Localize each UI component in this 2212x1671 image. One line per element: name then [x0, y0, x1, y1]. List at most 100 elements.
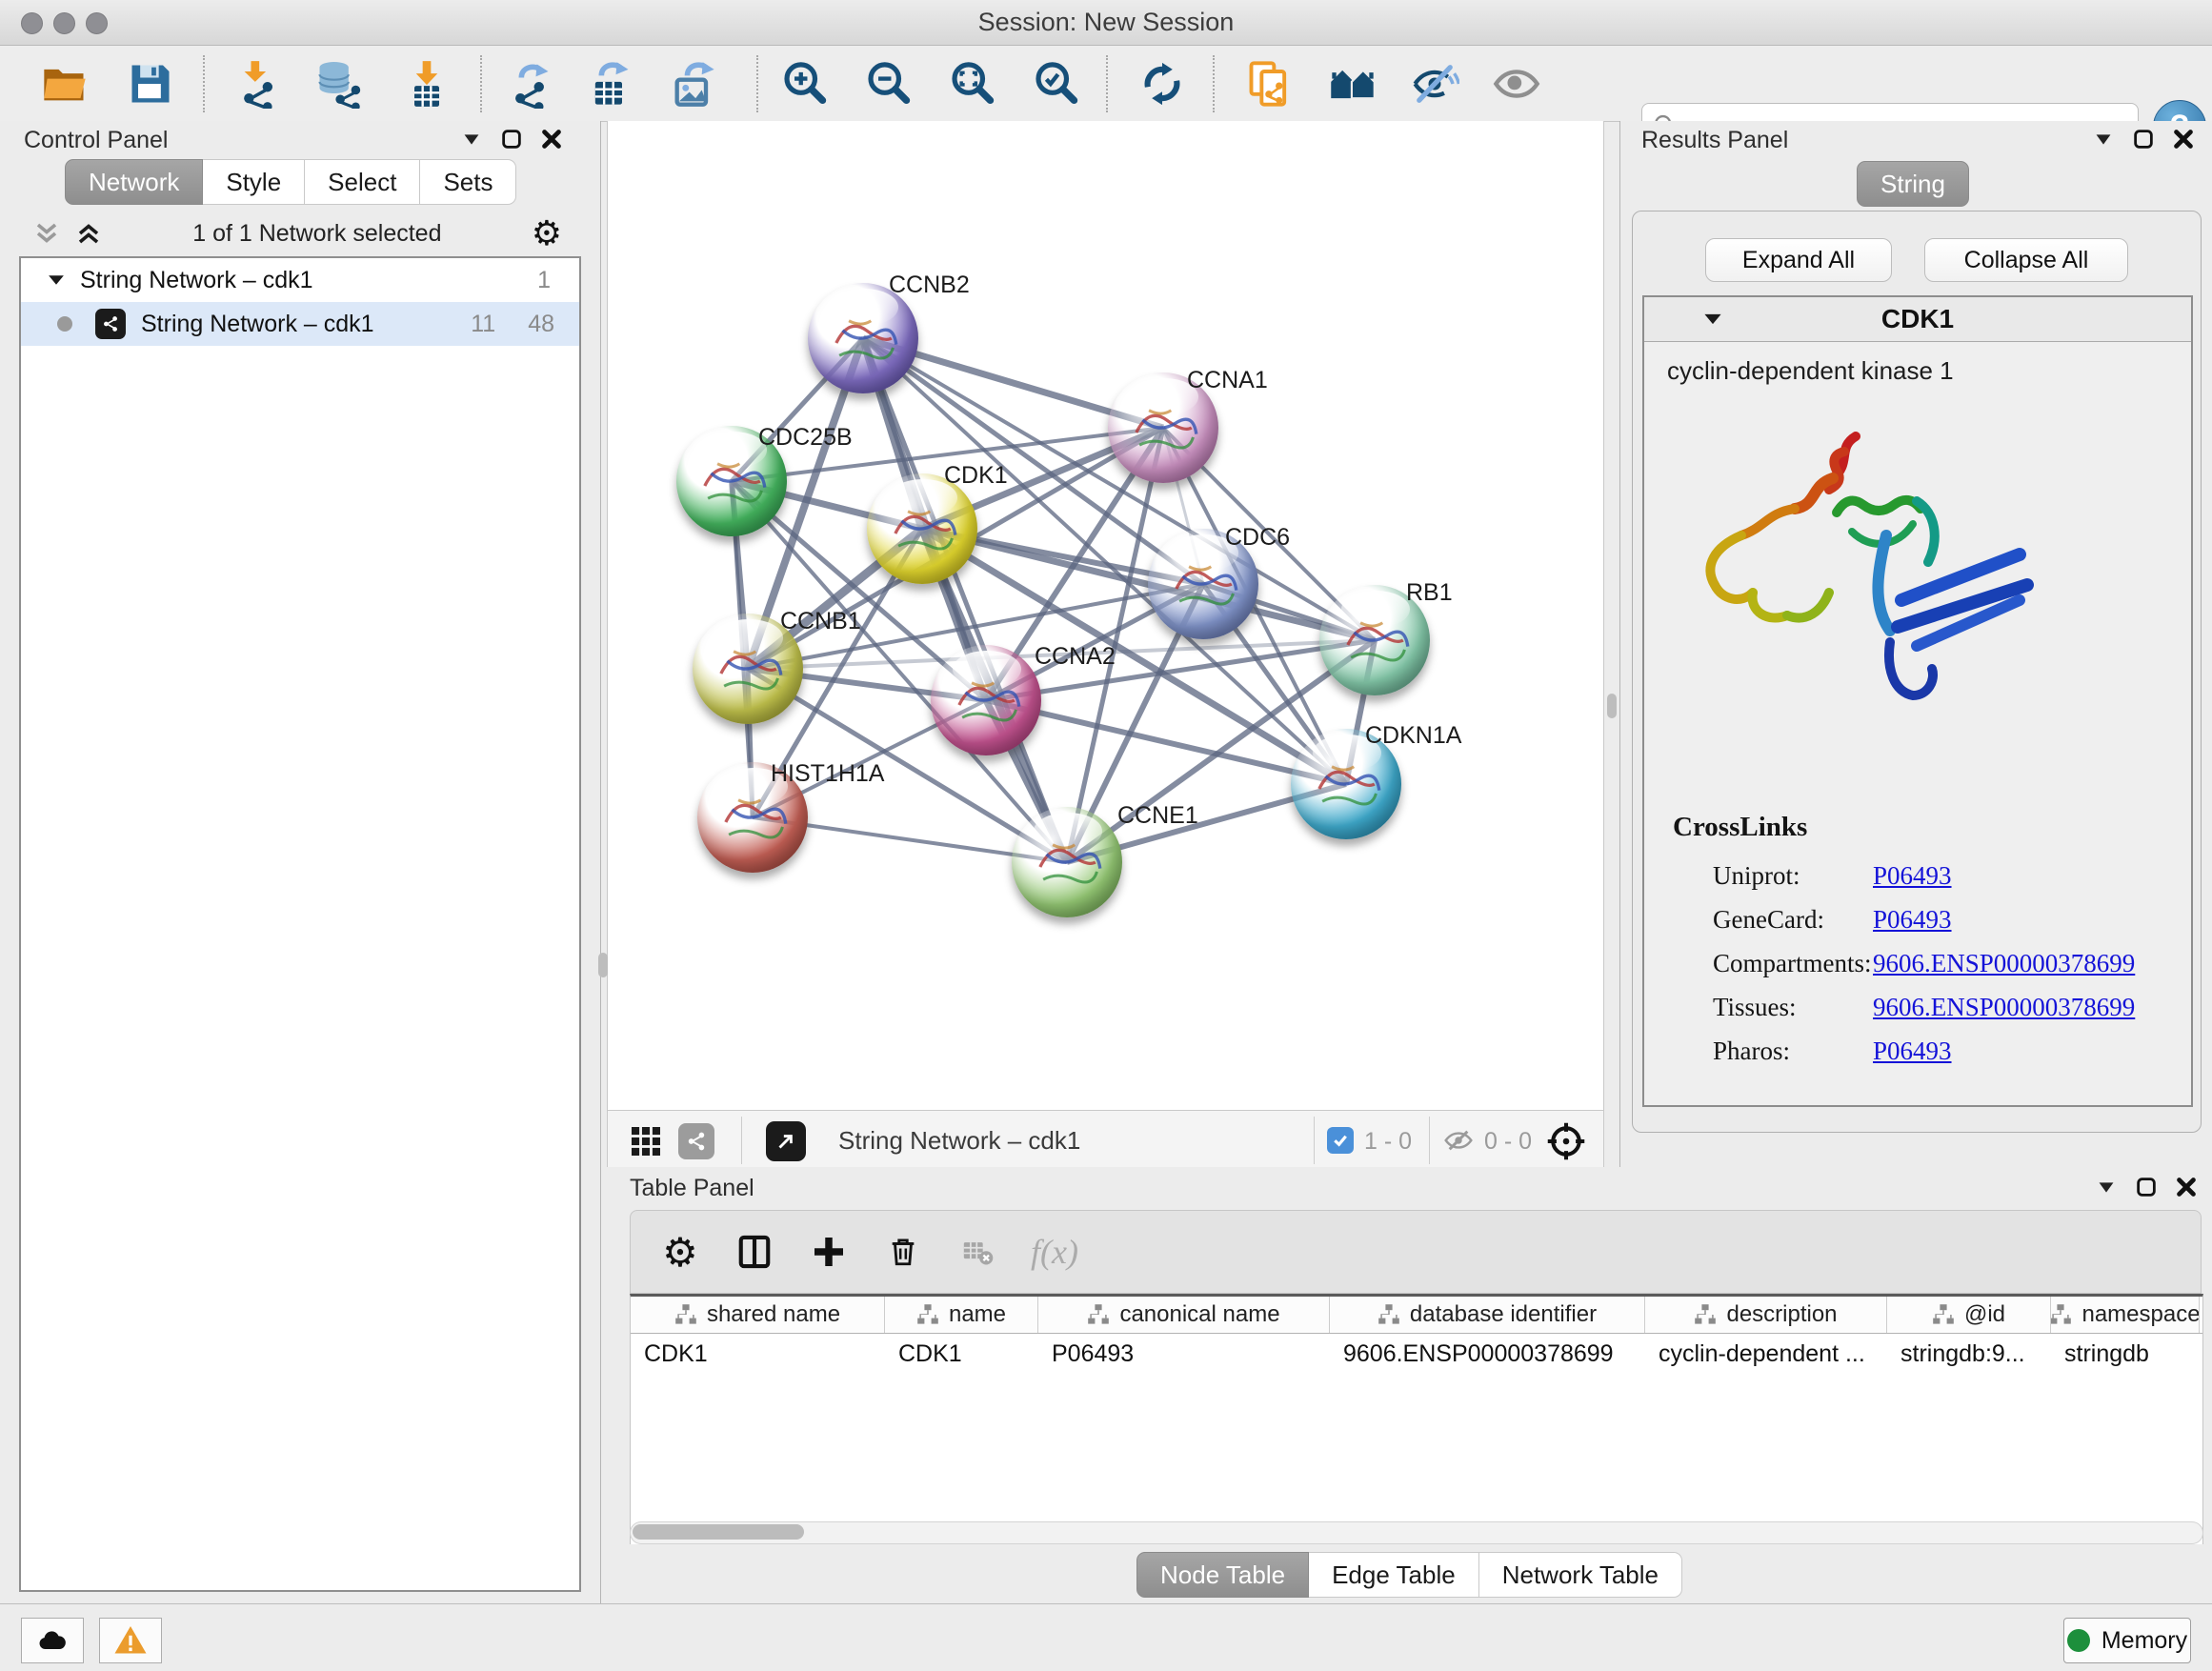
tab-edge-table[interactable]: Edge Table: [1309, 1552, 1479, 1598]
export-image-button[interactable]: [667, 57, 720, 111]
open-session-button[interactable]: [38, 57, 91, 111]
show-all-button[interactable]: [1490, 57, 1543, 111]
expand-all-button[interactable]: Expand All: [1705, 238, 1892, 282]
right-splitter-handle[interactable]: [1607, 694, 1617, 718]
collapse-panel-icon[interactable]: [459, 127, 484, 151]
zoom-in-button[interactable]: [777, 57, 831, 111]
warnings-button[interactable]: [99, 1618, 162, 1663]
zoom-selected-button[interactable]: [1029, 57, 1082, 111]
node-details-box: CDK1 cyclin-dependent kinase 1: [1642, 295, 2193, 1107]
title-bar: Session: New Session: [0, 0, 2212, 46]
close-panel-icon[interactable]: [2174, 1175, 2199, 1199]
show-columns-icon[interactable]: [734, 1231, 775, 1273]
table-horizontal-scrollbar[interactable]: [630, 1521, 2203, 1544]
crosslinks-title: CrossLinks: [1673, 812, 1807, 843]
add-column-icon[interactable]: [808, 1231, 850, 1273]
tab-network-table[interactable]: Network Table: [1479, 1552, 1682, 1598]
network-node-CCNE1[interactable]: [1012, 807, 1122, 917]
zoom-out-button[interactable]: [861, 57, 915, 111]
table-cell[interactable]: P06493: [1038, 1334, 1330, 1374]
tab-network[interactable]: Network: [65, 159, 203, 205]
column-header-description[interactable]: description: [1645, 1297, 1887, 1333]
close-panel-icon[interactable]: [539, 127, 564, 151]
tab-node-table[interactable]: Node Table: [1136, 1552, 1309, 1598]
network-options-gear-icon[interactable]: ⚙: [532, 216, 562, 251]
scrollbar-thumb[interactable]: [633, 1524, 804, 1540]
hide-selected-button[interactable]: [1408, 57, 1461, 111]
network-row-selected[interactable]: String Network – cdk1 11 48: [21, 302, 579, 346]
table-row[interactable]: CDK1CDK1P064939606.ENSP00000378699cyclin…: [631, 1334, 2202, 1374]
memory-button[interactable]: Memory: [2063, 1618, 2191, 1663]
delete-column-icon[interactable]: [882, 1231, 924, 1273]
crosslink-link[interactable]: P06493: [1873, 1037, 1952, 1066]
crosslink-label: Uniprot:: [1713, 861, 1800, 890]
crosslink-row: GeneCard:P06493: [1713, 905, 2170, 935]
expand-all-networks-icon[interactable]: [32, 219, 61, 248]
zoom-fit-button[interactable]: [945, 57, 998, 111]
table-cell[interactable]: cyclin-dependent ...: [1645, 1334, 1887, 1374]
birdseye-crosshair-icon[interactable]: [1545, 1120, 1587, 1162]
tab-sets[interactable]: Sets: [420, 159, 516, 205]
collapse-all-networks-icon[interactable]: [74, 219, 103, 248]
column-type-icon: [1932, 1303, 1955, 1326]
first-neighbors-button[interactable]: [1326, 57, 1379, 111]
table-options-gear-icon[interactable]: ⚙: [659, 1231, 701, 1273]
import-table-button[interactable]: [400, 57, 453, 111]
column-header-database-identifier[interactable]: database identifier: [1330, 1297, 1645, 1333]
collapse-panel-icon[interactable]: [2091, 127, 2116, 151]
selected-checkbox-icon[interactable]: [1327, 1127, 1354, 1154]
tab-select[interactable]: Select: [305, 159, 420, 205]
grid-view-icon[interactable]: [629, 1124, 663, 1158]
table-panel: Table Panel ⚙ f(x) shared namenamecanoni…: [607, 1167, 2212, 1603]
crosslink-link[interactable]: P06493: [1873, 861, 1952, 891]
column-header-canonical-name[interactable]: canonical name: [1038, 1297, 1330, 1333]
column-header--id[interactable]: @id: [1887, 1297, 2051, 1333]
table-cell[interactable]: stringdb: [2051, 1334, 2200, 1374]
network-canvas[interactable]: CCNB2CCNA1CDC25BCDK1CDC6RB1CCNB1CCNA2CDK…: [607, 121, 1604, 1110]
table-cell[interactable]: stringdb:9...: [1887, 1334, 2051, 1374]
float-panel-icon[interactable]: [499, 127, 524, 151]
column-header-namespace[interactable]: namespace: [2051, 1297, 2200, 1333]
node-details-header[interactable]: CDK1: [1644, 297, 2191, 342]
table-cell[interactable]: 9606.ENSP00000378699: [1330, 1334, 1645, 1374]
cloud-button[interactable]: [21, 1618, 84, 1663]
crosslink-link[interactable]: P06493: [1873, 905, 1952, 935]
network-node-CDK1[interactable]: [867, 473, 977, 584]
column-header-shared-name[interactable]: shared name: [631, 1297, 885, 1333]
float-panel-icon[interactable]: [2134, 1175, 2159, 1199]
save-session-button[interactable]: [124, 57, 177, 111]
tree-expanded-icon[interactable]: [46, 270, 67, 291]
new-network-from-selection-button[interactable]: [1243, 57, 1297, 111]
close-panel-icon[interactable]: [2171, 127, 2196, 151]
float-panel-icon[interactable]: [2131, 127, 2156, 151]
network-node-CCNB2[interactable]: [808, 283, 918, 393]
crosslink-link[interactable]: 9606.ENSP00000378699: [1873, 993, 2135, 1022]
network-collection-row[interactable]: String Network – cdk1 1: [21, 258, 579, 302]
collapse-panel-icon[interactable]: [2094, 1175, 2119, 1199]
tab-string[interactable]: String: [1857, 161, 1969, 207]
table-cell[interactable]: CDK1: [885, 1334, 1038, 1374]
import-network-database-button[interactable]: [312, 57, 365, 111]
node-label-HIST1H1A: HIST1H1A: [771, 760, 884, 788]
table-cell[interactable]: CDK1: [631, 1334, 885, 1374]
network-node-CCNA2[interactable]: [931, 645, 1041, 755]
status-bar: Memory: [0, 1603, 2212, 1671]
network-view-title: String Network – cdk1: [838, 1126, 1080, 1156]
table-header-row: shared namenamecanonical namedatabase id…: [631, 1297, 2202, 1334]
node-label-CDKN1A: CDKN1A: [1365, 722, 1461, 750]
refresh-button[interactable]: [1136, 57, 1189, 111]
tab-style[interactable]: Style: [203, 159, 305, 205]
entry-collapse-icon[interactable]: [1701, 308, 1724, 331]
import-network-file-button[interactable]: [231, 57, 284, 111]
zoom-selected-icon: [1031, 59, 1080, 109]
export-network-button[interactable]: [503, 57, 556, 111]
control-panel-title: Control Panel: [24, 127, 168, 154]
network-share-icon[interactable]: [678, 1123, 714, 1159]
left-splitter-handle[interactable]: [598, 953, 608, 977]
export-table-button[interactable]: [583, 57, 636, 111]
column-header-name[interactable]: name: [885, 1297, 1038, 1333]
detach-view-icon[interactable]: [766, 1121, 806, 1161]
node-label-CDK1: CDK1: [944, 462, 1008, 490]
collapse-all-button[interactable]: Collapse All: [1924, 238, 2128, 282]
crosslink-link[interactable]: 9606.ENSP00000378699: [1873, 949, 2135, 978]
